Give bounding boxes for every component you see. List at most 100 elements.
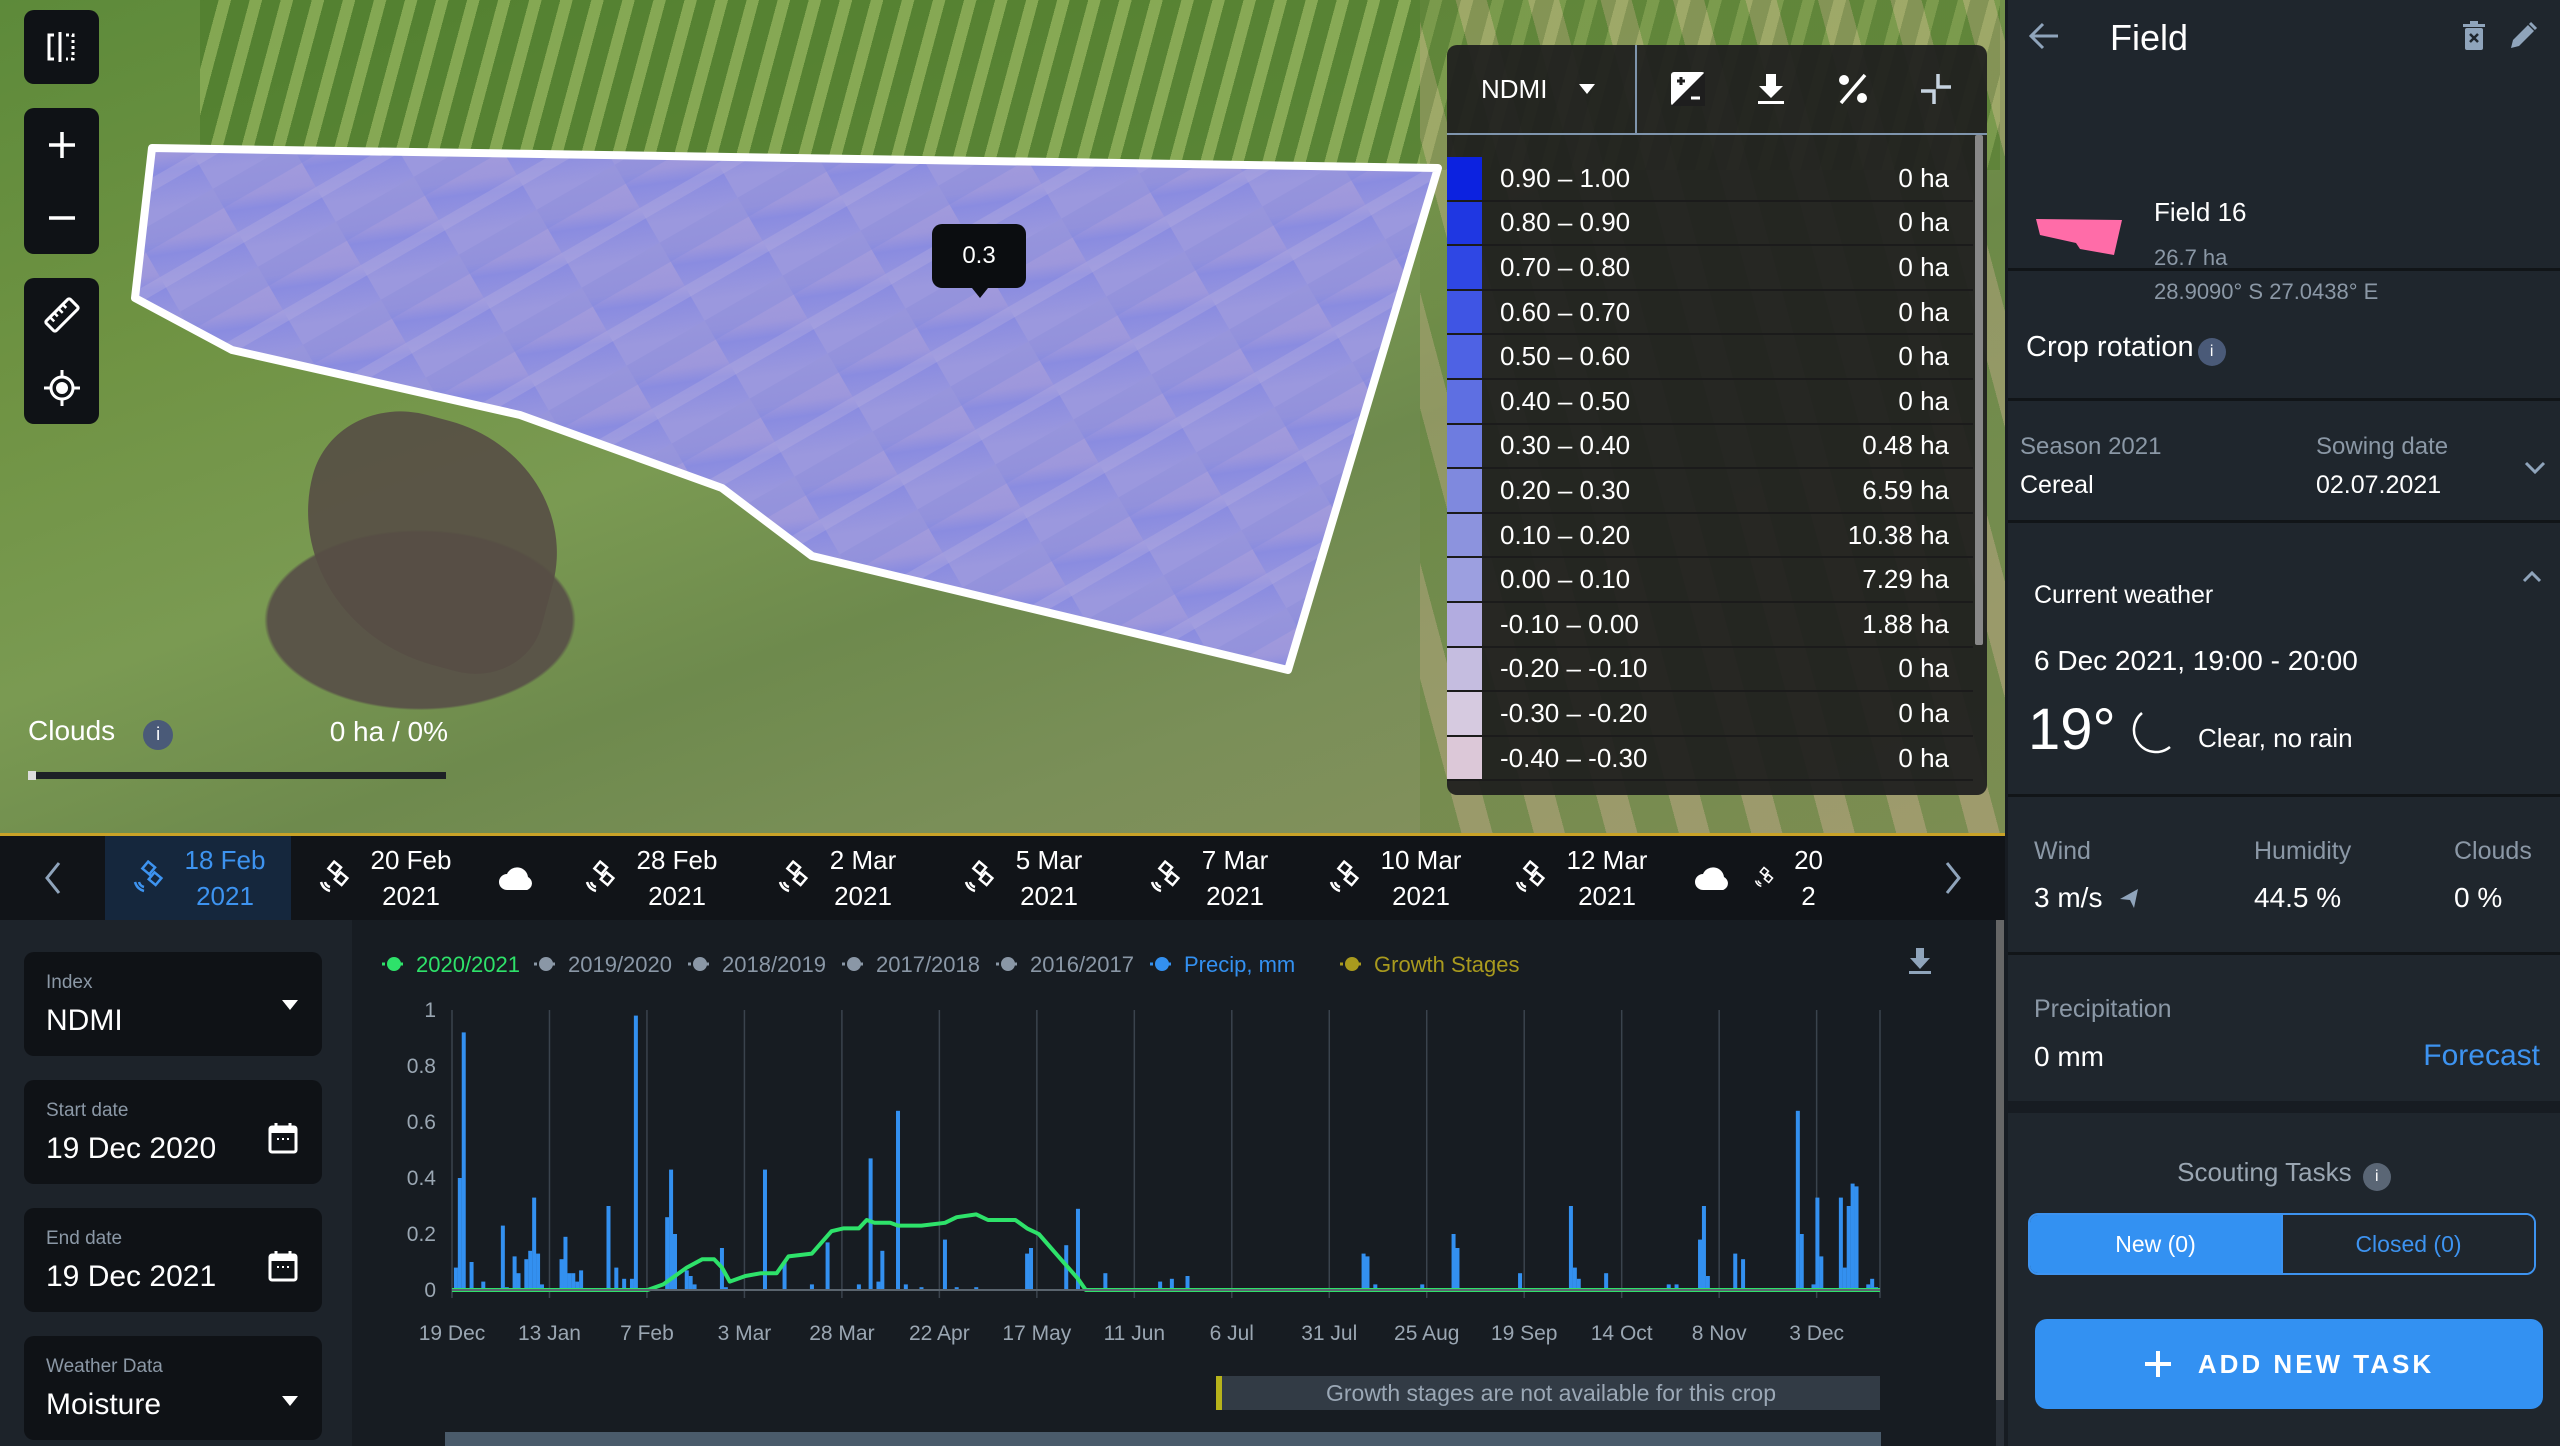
chart-legend-item[interactable]: 2020/2021 — [382, 952, 520, 977]
chevron-up-icon[interactable] — [2522, 571, 2542, 583]
legend-marker-dot — [847, 957, 861, 971]
percent-button[interactable] — [1823, 59, 1883, 119]
date-item[interactable]: 18 Feb 2021 — [105, 836, 291, 920]
chart-legend-item[interactable]: Precip, mm — [1150, 952, 1295, 977]
chart-legend-item[interactable]: 2018/2019 — [688, 952, 826, 977]
date-item-cloudy[interactable] — [1673, 836, 1753, 920]
split-view-button[interactable] — [24, 12, 99, 82]
precip-bar — [1815, 1197, 1820, 1290]
dates-next-button[interactable] — [1900, 835, 2005, 922]
season-row[interactable]: Season 2021 Cereal Sowing date 02.07.202… — [2008, 401, 2560, 523]
date-day: 20 — [1794, 845, 1823, 875]
legend-range: 0.20 – 0.30 — [1500, 474, 1631, 505]
date-year: 2021 — [1206, 881, 1264, 911]
info-icon[interactable]: i — [143, 719, 174, 750]
legend-rows: 0.90 – 1.00 0 ha 0.80 – 0.90 0 ha 0.70 –… — [1447, 157, 1973, 782]
contrast-button[interactable] — [1658, 59, 1718, 119]
precip-bar — [500, 1225, 505, 1290]
growth-stages-message: Growth stages are not available for this… — [1216, 1376, 1880, 1410]
date-item[interactable]: 10 Mar 2021 — [1301, 836, 1487, 920]
date-item[interactable]: 7 Mar 2021 — [1115, 836, 1301, 920]
arrow-left-icon — [2028, 22, 2058, 50]
date-item[interactable]: 12 Mar 2021 — [1487, 836, 1673, 920]
precip-bar — [942, 1239, 947, 1290]
collapse-button[interactable] — [1906, 59, 1966, 119]
satellite-icon — [1754, 866, 1774, 888]
date-label: 28 Feb 2021 — [637, 842, 718, 914]
info-icon[interactable]: i — [2197, 338, 2226, 366]
tab-new-tasks[interactable]: New (0) — [2030, 1215, 2281, 1273]
pencil-icon — [2511, 21, 2538, 48]
weather-data-select[interactable]: Weather Data Moisture — [24, 1336, 322, 1440]
back-button[interactable] — [2028, 22, 2060, 53]
slider-handle[interactable] — [28, 770, 36, 780]
index-select-field[interactable]: Index NDMI — [24, 952, 322, 1056]
calendar-icon[interactable] — [268, 1122, 298, 1154]
legend-swatch — [1447, 602, 1482, 646]
precip-bar — [528, 1250, 533, 1290]
dates-prev-button[interactable] — [0, 835, 105, 922]
date-item-cloudy[interactable] — [477, 836, 557, 920]
chart-legend-item[interactable]: Growth Stages — [1340, 952, 1520, 977]
precip-bar — [571, 1273, 576, 1290]
moon-icon — [2132, 712, 2171, 754]
chevron-down-icon[interactable] — [2524, 461, 2546, 475]
legend-row: -0.40 – -0.30 0 ha — [1447, 736, 1973, 782]
x-tick-label: 17 May — [1002, 1322, 1071, 1345]
ruler-icon — [43, 296, 80, 333]
zoom-out-button[interactable] — [24, 183, 99, 253]
trash-icon — [2463, 21, 2485, 50]
date-item[interactable]: 20 2 — [1753, 836, 1823, 920]
legend-swatch — [1447, 469, 1482, 512]
info-icon[interactable]: i — [2362, 1163, 2391, 1191]
x-tick-label: 3 Mar — [718, 1322, 772, 1345]
field-boundary[interactable] — [131, 144, 1442, 674]
precip-bar — [559, 1259, 564, 1290]
date-item[interactable]: 28 Feb 2021 — [557, 836, 743, 920]
date-item[interactable]: 5 Mar 2021 — [929, 836, 1115, 920]
legend-marker-dot — [693, 957, 707, 971]
legend-scrollbar[interactable] — [1975, 135, 1983, 645]
satellite-icon — [319, 860, 349, 893]
legend-marker-dot — [387, 957, 401, 971]
clouds-slider[interactable] — [28, 770, 446, 780]
legend-swatch — [1447, 157, 1482, 200]
legend-marker-dot — [1345, 957, 1359, 971]
calendar-icon[interactable] — [268, 1250, 298, 1282]
map-view[interactable]: Clouds i 0 ha / 0% 0.3 NDMI 0.90 – 1.00 … — [0, 0, 2005, 833]
ruler-button[interactable] — [24, 280, 99, 350]
field-shape-thumbnail — [2036, 219, 2122, 255]
date-item[interactable]: 2 Mar 2021 — [743, 836, 929, 920]
app-root: Clouds i 0 ha / 0% 0.3 NDMI 0.90 – 1.00 … — [0, 0, 2560, 1446]
scouting-title: Scouting Tasks i — [2008, 1157, 2560, 1191]
chart-download-button[interactable] — [1909, 948, 1931, 974]
chart-range-scrollbar[interactable] — [445, 1432, 1881, 1446]
date-item[interactable]: 20 Feb 2021 — [291, 836, 477, 920]
delete-field-button[interactable] — [2462, 21, 2486, 54]
bottom-scrollbar[interactable] — [1996, 920, 2004, 1446]
precip-bar — [453, 1267, 458, 1290]
precip-bar — [1518, 1273, 1523, 1290]
legend-row: 0.20 – 0.30 6.59 ha — [1447, 469, 1973, 514]
chart-legend-item[interactable]: 2016/2017 — [996, 952, 1134, 977]
precip-bar — [1451, 1234, 1456, 1290]
index-select[interactable]: NDMI — [1447, 45, 1637, 133]
zoom-in-button[interactable] — [24, 110, 99, 180]
edit-field-button[interactable] — [2508, 21, 2538, 54]
add-new-task-button[interactable]: ADD NEW TASK — [2035, 1319, 2543, 1409]
legend-row: 0.40 – 0.50 0 ha — [1447, 379, 1973, 425]
forecast-link[interactable]: Forecast — [2423, 1039, 2540, 1073]
chart-legend-item[interactable]: 2017/2018 — [842, 952, 980, 977]
date-year: 2021 — [1392, 881, 1450, 911]
chart-legend-item[interactable]: 2019/2020 — [534, 952, 672, 977]
legend-swatch — [1447, 201, 1482, 245]
download-button[interactable] — [1741, 59, 1801, 119]
legend-range: 0.60 – 0.70 — [1500, 296, 1631, 327]
date-day: 5 Mar — [1015, 845, 1083, 875]
plus-icon — [48, 131, 75, 158]
locate-button[interactable] — [24, 353, 99, 423]
start-date-field[interactable]: Start date 19 Dec 2020 — [24, 1080, 322, 1184]
end-date-field[interactable]: End date 19 Dec 2021 — [24, 1208, 322, 1312]
tab-closed-tasks[interactable]: Closed (0) — [2281, 1215, 2534, 1273]
scroll-thumb[interactable] — [1996, 920, 2004, 1400]
